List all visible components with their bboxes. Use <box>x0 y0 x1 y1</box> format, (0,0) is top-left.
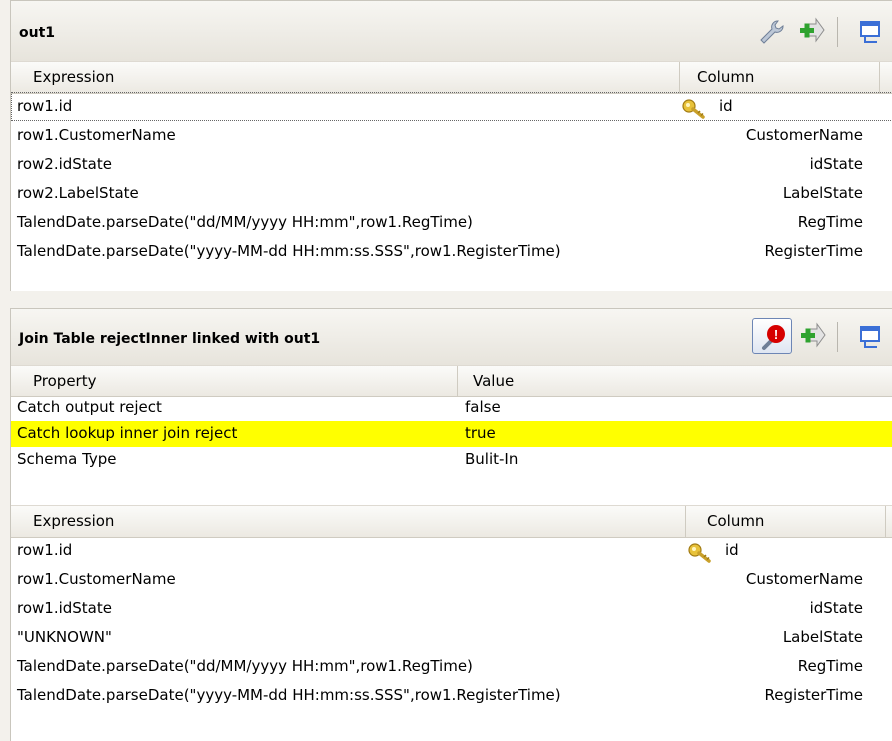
key-icon <box>681 97 707 119</box>
out1-titlebar: out1 <box>11 1 892 62</box>
column-cell[interactable]: LabelState <box>783 628 863 646</box>
expression-cell[interactable]: "UNKNOWN" <box>17 628 112 646</box>
value-header[interactable]: Value <box>473 372 514 390</box>
table-row[interactable]: row1.id id <box>11 536 892 565</box>
table-row[interactable]: TalendDate.parseDate("yyyy-MM-dd HH:mm:s… <box>11 237 892 266</box>
expression-cell[interactable]: row2.idState <box>17 155 112 173</box>
column-divider[interactable] <box>457 366 458 396</box>
column-header[interactable]: Column <box>707 512 764 530</box>
column-divider[interactable] <box>885 506 886 537</box>
expression-cell[interactable]: TalendDate.parseDate("yyyy-MM-dd HH:mm:s… <box>17 242 561 260</box>
column-header[interactable]: Column <box>697 68 754 86</box>
out1-panel: out1 Expression Column row1.id id row1.Cus… <box>10 0 892 291</box>
column-cell[interactable]: idState <box>810 155 863 173</box>
expression-cell[interactable]: TalendDate.parseDate("yyyy-MM-dd HH:mm:s… <box>17 686 561 704</box>
expression-cell[interactable]: row1.id <box>17 541 72 559</box>
column-divider[interactable] <box>685 506 686 537</box>
value-cell[interactable]: false <box>465 398 501 416</box>
reject-toggle-button[interactable]: ! <box>752 318 792 354</box>
table-row[interactable]: TalendDate.parseDate("dd/MM/yyyy HH:mm",… <box>11 208 892 237</box>
out1-title: out1 <box>19 25 56 41</box>
column-divider[interactable] <box>679 62 680 93</box>
join-titlebar: Join Table rejectInner linked with out1 … <box>11 309 892 366</box>
property-cell[interactable]: Schema Type <box>17 450 117 468</box>
expression-cell[interactable]: row1.CustomerName <box>17 126 176 144</box>
expression-header[interactable]: Expression <box>33 512 114 530</box>
column-divider[interactable] <box>879 62 880 93</box>
column-cell[interactable]: LabelState <box>783 184 863 202</box>
column-cell[interactable]: id <box>725 541 739 559</box>
column-cell[interactable]: CustomerName <box>746 126 863 144</box>
expression-cell[interactable]: row1.idState <box>17 599 112 617</box>
join-panel: Join Table rejectInner linked with out1 … <box>10 308 892 741</box>
out1-table-header: Expression Column <box>11 61 892 94</box>
value-cell[interactable]: Bulit-In <box>465 450 518 468</box>
expression-cell[interactable]: TalendDate.parseDate("dd/MM/yyyy HH:mm",… <box>17 213 473 231</box>
property-row[interactable]: Catch output reject false <box>11 395 892 421</box>
expression-cell[interactable]: TalendDate.parseDate("dd/MM/yyyy HH:mm",… <box>17 657 473 675</box>
column-cell[interactable]: RegTime <box>798 657 863 675</box>
column-cell[interactable]: idState <box>810 599 863 617</box>
property-row[interactable]: Catch lookup inner join reject true <box>11 421 892 447</box>
column-cell[interactable]: id <box>719 97 733 115</box>
table-row[interactable]: row1.id id <box>11 92 892 121</box>
column-cell[interactable]: CustomerName <box>746 570 863 588</box>
expression-cell[interactable]: row2.LabelState <box>17 184 139 202</box>
toolbar-separator <box>837 322 838 352</box>
add-output-icon[interactable] <box>797 321 827 351</box>
minimize-panel-icon[interactable] <box>856 322 886 352</box>
warning-badge: ! <box>774 327 778 342</box>
join-title: Join Table rejectInner linked with out1 <box>19 331 321 347</box>
table-row[interactable]: row1.CustomerName CustomerName <box>11 565 892 594</box>
key-icon <box>687 541 713 563</box>
add-output-icon[interactable] <box>796 16 826 46</box>
property-header[interactable]: Property <box>33 372 96 390</box>
reject-key-icon: ! <box>762 325 785 350</box>
property-cell[interactable]: Catch output reject <box>17 398 162 416</box>
column-cell[interactable]: RegisterTime <box>765 686 863 704</box>
property-cell[interactable]: Catch lookup inner join reject <box>17 424 237 442</box>
column-cell[interactable]: RegTime <box>798 213 863 231</box>
expression-cell[interactable]: row1.id <box>17 97 72 115</box>
value-cell[interactable]: true <box>465 424 496 442</box>
table-row[interactable]: row1.CustomerName CustomerName <box>11 121 892 150</box>
table-row[interactable]: "UNKNOWN" LabelState <box>11 623 892 652</box>
expression-cell[interactable]: row1.CustomerName <box>17 570 176 588</box>
table-row[interactable]: row2.idState idState <box>11 150 892 179</box>
table-row[interactable]: TalendDate.parseDate("dd/MM/yyyy HH:mm",… <box>11 652 892 681</box>
table-row[interactable]: row1.idState idState <box>11 594 892 623</box>
column-cell[interactable]: RegisterTime <box>765 242 863 260</box>
toolbar-separator <box>837 17 838 47</box>
expression-header[interactable]: Expression <box>33 68 114 86</box>
minimize-panel-icon[interactable] <box>856 17 886 47</box>
property-row[interactable]: Schema Type Bulit-In <box>11 447 892 473</box>
property-table-header: Property Value <box>11 365 892 397</box>
table-row[interactable]: TalendDate.parseDate("yyyy-MM-dd HH:mm:s… <box>11 681 892 710</box>
join-expression-table-header: Expression Column <box>11 505 892 538</box>
table-row[interactable]: row2.LabelState LabelState <box>11 179 892 208</box>
wrench-icon[interactable] <box>756 17 786 47</box>
